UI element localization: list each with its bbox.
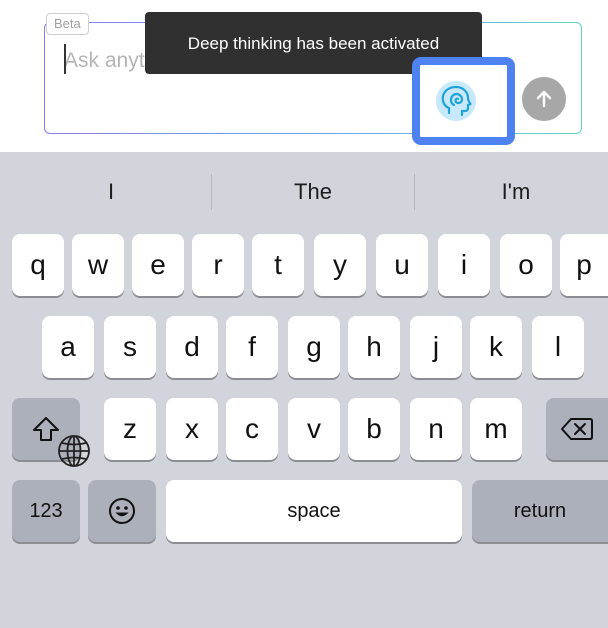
suggestion-divider: [211, 174, 212, 210]
suggestion-the[interactable]: The: [214, 152, 412, 230]
key-b[interactable]: b: [348, 398, 400, 460]
space-key[interactable]: space: [166, 480, 462, 542]
emoji-key[interactable]: [88, 480, 156, 542]
return-key[interactable]: return: [472, 480, 608, 542]
suggestion-bar: I The I'm: [0, 152, 608, 230]
key-g[interactable]: g: [288, 316, 340, 378]
key-o[interactable]: o: [500, 234, 552, 296]
key-z[interactable]: z: [104, 398, 156, 460]
key-c[interactable]: c: [226, 398, 278, 460]
key-q[interactable]: q: [12, 234, 64, 296]
key-u[interactable]: u: [376, 234, 428, 296]
text-caret: [64, 44, 66, 74]
key-p[interactable]: p: [560, 234, 608, 296]
brain-head-icon: [441, 85, 472, 117]
key-t[interactable]: t: [252, 234, 304, 296]
key-r[interactable]: r: [192, 234, 244, 296]
emoji-icon: [109, 498, 135, 524]
suggestion-divider: [414, 174, 415, 210]
send-button[interactable]: [522, 77, 566, 121]
key-x[interactable]: x: [166, 398, 218, 460]
key-s[interactable]: s: [104, 316, 156, 378]
key-n[interactable]: n: [410, 398, 462, 460]
key-a[interactable]: a: [42, 316, 94, 378]
key-l[interactable]: l: [532, 316, 584, 378]
on-screen-keyboard: I The I'm q w e r t y u i o p a s d f g …: [0, 152, 608, 628]
beta-badge: Beta: [46, 13, 89, 35]
numbers-key[interactable]: 123: [12, 480, 80, 542]
globe-icon[interactable]: [54, 431, 94, 471]
suggestion-im[interactable]: I'm: [416, 152, 608, 230]
arrow-up-icon: [536, 90, 552, 108]
key-j[interactable]: j: [410, 316, 462, 378]
key-d[interactable]: d: [166, 316, 218, 378]
key-y[interactable]: y: [314, 234, 366, 296]
backspace-icon: [561, 418, 593, 440]
key-k[interactable]: k: [470, 316, 522, 378]
key-m[interactable]: m: [470, 398, 522, 460]
key-i[interactable]: i: [438, 234, 490, 296]
key-h[interactable]: h: [348, 316, 400, 378]
key-e[interactable]: e: [132, 234, 184, 296]
backspace-key[interactable]: [546, 398, 608, 460]
suggestion-i[interactable]: I: [14, 152, 208, 230]
key-w[interactable]: w: [72, 234, 124, 296]
deep-thinking-button[interactable]: [428, 73, 484, 129]
key-v[interactable]: v: [288, 398, 340, 460]
key-f[interactable]: f: [226, 316, 278, 378]
